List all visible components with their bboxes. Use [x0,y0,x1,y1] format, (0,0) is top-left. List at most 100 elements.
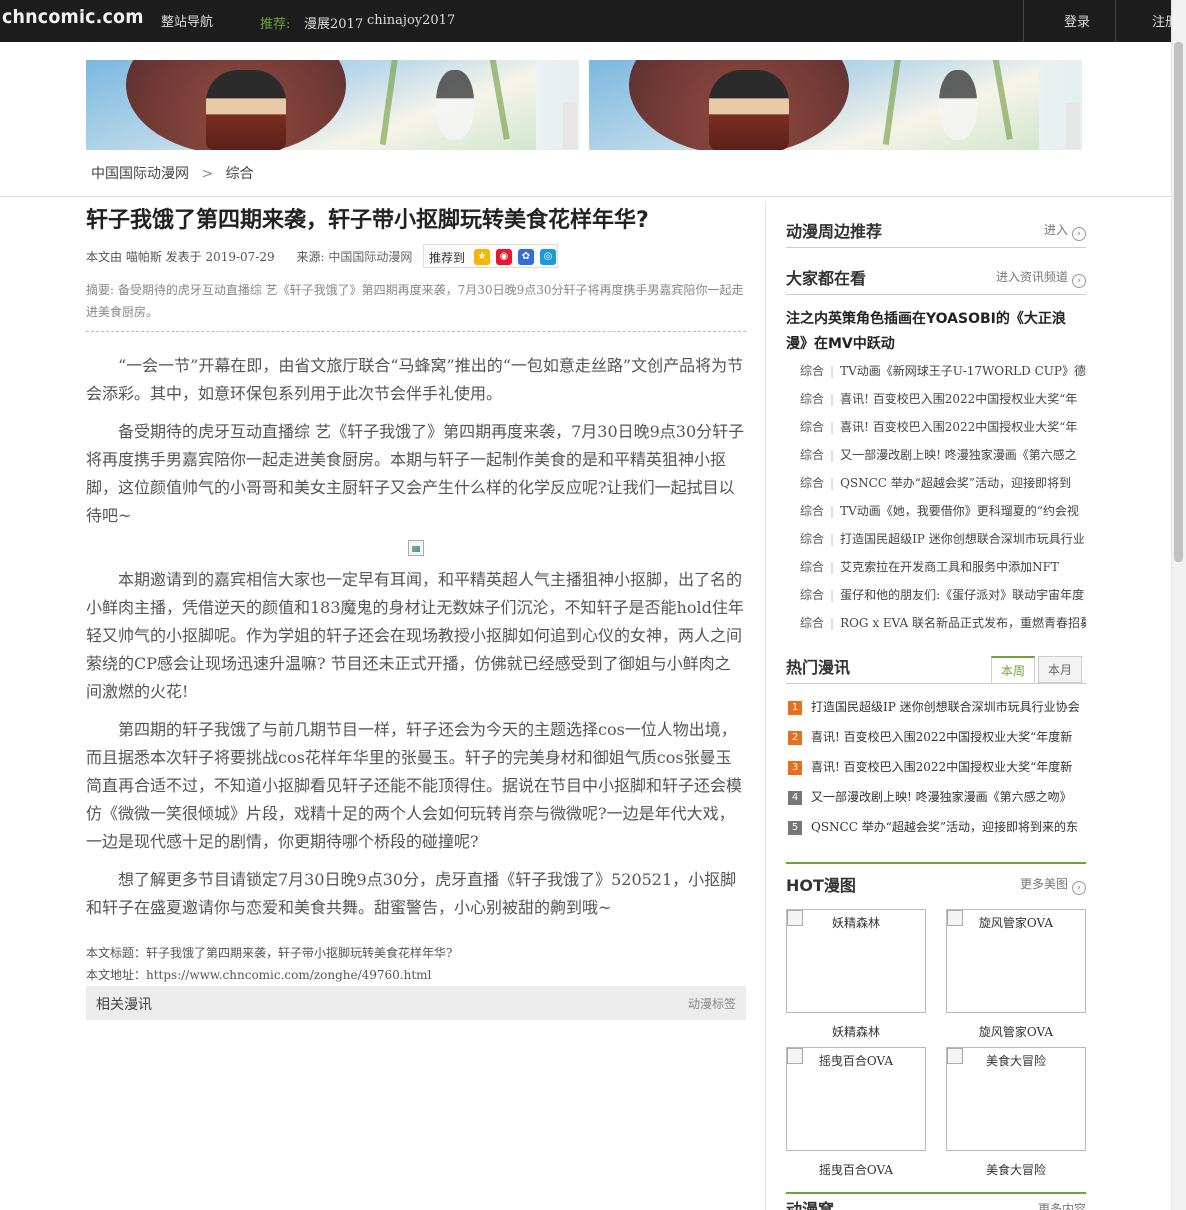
enter-link[interactable]: 进入 › [1044,221,1086,241]
chevron-right-icon: › [1072,274,1086,288]
divider [1115,0,1116,42]
news-headline[interactable]: 喜讯! 百变校巴入围2022中国授权业大奖“年 [840,392,1077,406]
chevron-right-icon: › [1072,227,1086,241]
rank-badge: 5 [788,821,802,835]
breadcrumb: 中国国际动漫网 > 综合 [91,163,262,183]
hot-news-headline[interactable]: 打造国民超级IP 迷你创想联合深圳市玩具行业协会 [811,700,1080,714]
article-title-footer: 本文标题：轩子我饿了第四期来袭，轩子带小抠脚玩转美食花样年华? [86,946,453,960]
article-paragraph: 备受期待的虎牙互动直播综 艺《轩子我饿了》第四期再度来袭，7月30日晚9点30分… [86,422,745,525]
hot-news-item[interactable]: 3 喜讯! 百变校巴入围2022中国授权业大奖“年度新 [788,758,1086,778]
hot-pic-tile[interactable]: 美食大冒险 [946,1047,1086,1151]
baidu-share-icon[interactable]: ✿ [518,249,534,265]
peripheral-recommend-header: 动漫周边推荐 进入 › [786,212,1086,248]
ad-banner-right[interactable] [589,60,1082,150]
breadcrumb-home[interactable]: 中国国际动漫网 [91,166,189,182]
news-category[interactable]: 综合 [800,588,824,602]
news-category[interactable]: 综合 [800,364,824,378]
popular-news-item[interactable]: 综合 | QSNCC 举办“超越会奖”活动，迎接即将到 [800,474,1086,494]
popular-lead-headline[interactable]: 注之内英策角色插画在YOASOBI的《大正浪漫》在MV中跃动 [786,307,1086,357]
hot-news-headline[interactable]: 喜讯! 百变校巴入围2022中国授权业大奖“年度新 [811,760,1072,774]
popular-news-item[interactable]: 综合 | 蛋仔和他的朋友们:《蛋仔派对》联动宇宙年度 [800,586,1086,606]
news-category[interactable]: 综合 [800,420,824,434]
popular-news-item[interactable]: 综合 | 艾克索拉在开发商工具和服务中添加NFT [800,558,1086,578]
rank-badge: 1 [788,701,802,715]
rec-link-chinajoy[interactable]: chinajoy2017 [367,13,455,28]
news-headline[interactable]: 艾克索拉在开发商工具和服务中添加NFT [840,560,1059,574]
hot-pic-caption[interactable]: 妖精森林 [786,1023,926,1040]
news-category[interactable]: 综合 [800,560,824,574]
news-category[interactable]: 综合 [800,532,824,546]
hot-pic-caption[interactable]: 旋风管家OVA [946,1023,1086,1040]
news-category[interactable]: 综合 [800,476,824,490]
hot-pic-tile[interactable]: 妖精森林 [786,909,926,1013]
image-alt-text: 旋风管家OVA [978,916,1054,930]
article-url-footer[interactable]: 本文地址：https://www.chncomic.com/zonghe/497… [86,966,431,983]
hot-news-item[interactable]: 1 打造国民超级IP 迷你创想联合深圳市玩具行业协会 [788,698,1086,718]
comic-tags-tab[interactable]: 动漫标签 [688,995,736,1012]
popular-news-item[interactable]: 综合 | 打造国民超级IP 迷你创想联合深圳市玩具行业 [800,530,1086,550]
qzone-share-icon[interactable]: ★ [474,249,490,265]
news-headline[interactable]: 又一部漫改剧上映! 咚漫独家漫画《第六感之 [840,448,1077,462]
broken-image-icon [408,540,424,556]
rec-link-comic-expo[interactable]: 漫展2017 [304,13,363,32]
hot-pic-tile[interactable]: 摇曳百合OVA [786,1047,926,1151]
news-channel-link[interactable]: 进入资讯频道 › [996,268,1086,288]
weibo-share-icon[interactable]: ◉ [496,249,512,265]
news-headline[interactable]: ROG x EVA 联名新品正式发布，重燃青春招募 [840,616,1086,630]
page-scrollbar[interactable] [1171,0,1186,1210]
category-separator: | [830,364,835,378]
image-alt-text: 妖精森林 [831,916,880,930]
more-pics-link[interactable]: 更多美图 › [1020,875,1086,895]
news-headline[interactable]: 喜讯! 百变校巴入围2022中国授权业大奖“年 [840,420,1077,434]
news-headline[interactable]: 蛋仔和他的朋友们:《蛋仔派对》联动宇宙年度 [840,588,1084,602]
login-link[interactable]: 登录 [1064,11,1090,30]
popular-news-item[interactable]: 综合 | TV动画《她，我要借你》更科瑠夏的“约会视 [800,502,1086,522]
news-headline[interactable]: TV动画《她，我要借你》更科瑠夏的“约会视 [840,504,1079,518]
news-headline[interactable]: QSNCC 举办“超越会奖”活动，迎接即将到 [840,476,1071,490]
news-category[interactable]: 综合 [800,616,824,630]
category-separator: | [830,504,835,518]
hot-news-headline[interactable]: 又一部漫改剧上映! 咚漫独家漫画《第六感之吻》 [811,790,1072,804]
popular-news-item[interactable]: 综合 | TV动画《新网球王子U-17WORLD CUP》德 [800,362,1086,382]
section-title: 动漫窝 [786,1200,835,1210]
news-category[interactable]: 综合 [800,392,824,406]
popular-news-item[interactable]: 综合 | 喜讯! 百变校巴入围2022中国授权业大奖“年 [800,418,1086,438]
scrollbar-thumb[interactable] [1174,42,1183,562]
hot-pic-caption[interactable]: 摇曳百合OVA [786,1161,926,1178]
ad-banner-left[interactable] [86,60,579,150]
news-headline[interactable]: TV动画《新网球王子U-17WORLD CUP》德 [840,364,1086,378]
news-headline[interactable]: 打造国民超级IP 迷你创想联合深圳市玩具行业 [840,532,1085,546]
more-content-link[interactable]: 更多内容 [1038,1200,1086,1210]
site-navigation-link[interactable]: 整站导航 [161,11,213,30]
news-category[interactable]: 综合 [800,504,824,518]
article-author-date: 本文由 喵帕斯 发表于 2019-07-29 [86,250,275,264]
section-accent-rule [786,862,1086,864]
tab-this-week[interactable]: 本周 [991,656,1035,683]
hot-news-item[interactable]: 2 喜讯! 百变校巴入围2022中国授权业大奖“年度新 [788,728,1086,748]
category-separator: | [830,448,835,462]
image-alt-text: 摇曳百合OVA [818,1054,894,1068]
hot-news-headline[interactable]: 喜讯! 百变校巴入围2022中国授权业大奖“年度新 [811,730,1072,744]
popular-header: 大家都在看 进入资讯频道 › [786,259,1086,295]
related-news-tab[interactable]: 相关漫讯 [96,994,152,1014]
site-logo[interactable]: chncomic.com [2,6,144,28]
hot-news-item[interactable]: 4 又一部漫改剧上映! 咚漫独家漫画《第六感之吻》 [788,788,1086,808]
hot-news-headline[interactable]: QSNCC 举办“超越会奖”活动，迎接即将到来的东 [811,820,1078,834]
popular-news-item[interactable]: 综合 | 喜讯! 百变校巴入围2022中国授权业大奖“年 [800,390,1086,410]
banner-character [709,70,789,150]
section-title: 热门漫讯 [786,658,851,677]
hot-pic-tile[interactable]: 旋风管家OVA [946,909,1086,1013]
news-category[interactable]: 综合 [800,448,824,462]
hot-pic-caption[interactable]: 美食大冒险 [946,1161,1086,1178]
category-separator: | [830,532,835,546]
tab-this-month[interactable]: 本月 [1038,656,1082,683]
breadcrumb-current[interactable]: 综合 [226,166,254,182]
article-meta: 本文由 喵帕斯 发表于 2019-07-29 来源: 中国国际动漫网 [86,248,412,265]
popular-news-item[interactable]: 综合 | 又一部漫改剧上映! 咚漫独家漫画《第六感之 [800,446,1086,466]
source-label: 来源: [296,250,325,264]
popular-news-item[interactable]: 综合 | ROG x EVA 联名新品正式发布，重燃青春招募 [800,614,1086,634]
source-link[interactable]: 中国国际动漫网 [328,250,412,264]
tencent-share-icon[interactable]: ◎ [540,249,556,265]
banner-side-image [1066,103,1080,149]
hot-news-item[interactable]: 5 QSNCC 举办“超越会奖”活动，迎接即将到来的东 [788,818,1086,838]
